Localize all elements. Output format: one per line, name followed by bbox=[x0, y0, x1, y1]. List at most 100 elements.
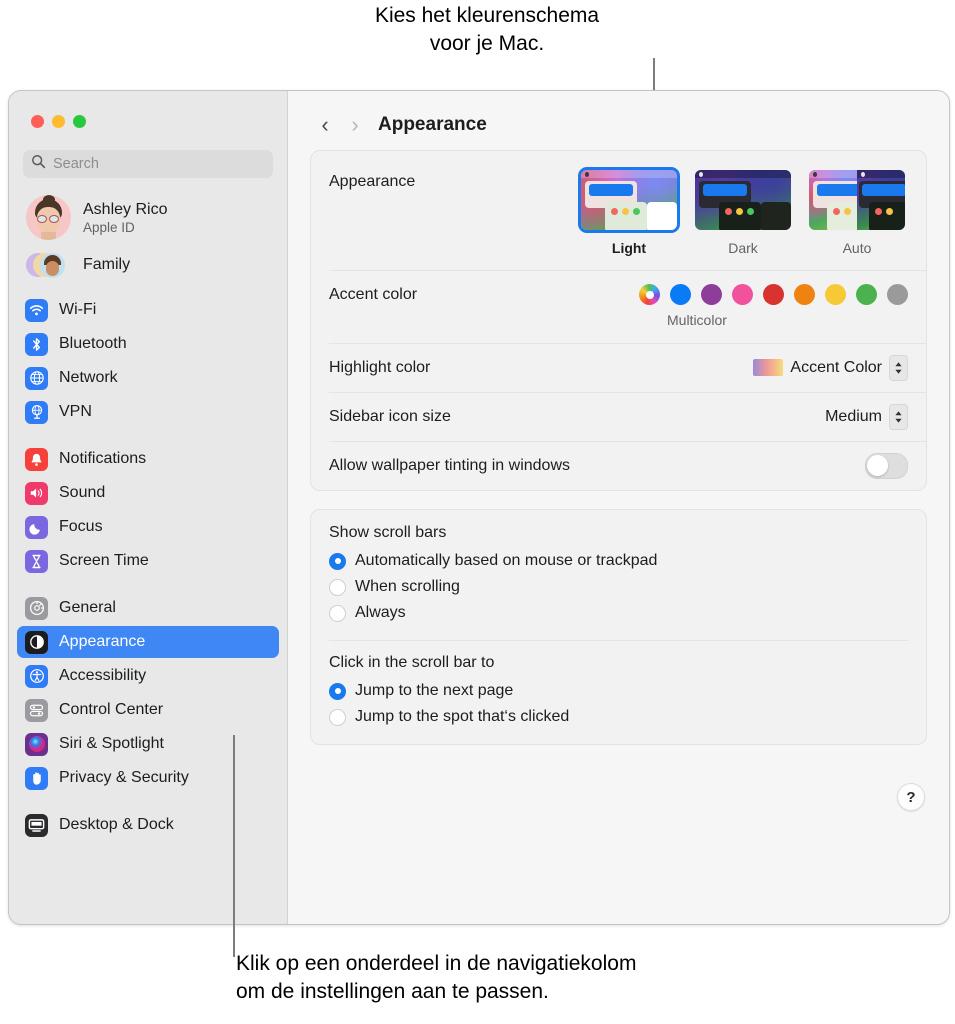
accent-swatch-blue[interactable] bbox=[670, 284, 691, 305]
theme-thumb-auto[interactable] bbox=[806, 167, 908, 233]
sidebar-item-label: Bluetooth bbox=[59, 335, 127, 352]
close-button[interactable] bbox=[31, 115, 44, 128]
sidebar-group-separator bbox=[17, 796, 279, 809]
sidebar-item-control-center[interactable]: Control Center bbox=[17, 694, 279, 726]
sidebar-item-label: Desktop & Dock bbox=[59, 816, 174, 833]
accent-swatch-multicolor[interactable] bbox=[639, 284, 660, 305]
show-scroll-bars-options: Automatically based on mouse or trackpad… bbox=[329, 548, 908, 626]
accent-color-row: Accent color Multicolor bbox=[311, 270, 926, 343]
click-scroll-bar-option[interactable]: Jump to the spot that‘s clicked bbox=[329, 704, 908, 730]
bell-icon bbox=[25, 447, 48, 471]
show-scroll-bars-option[interactable]: Always bbox=[329, 600, 908, 626]
desktop-dock-icon bbox=[25, 813, 48, 837]
account-name: Ashley Rico bbox=[83, 200, 168, 218]
sidebar-item-vpn[interactable]: VPN bbox=[17, 396, 279, 428]
sidebar-item-accessibility[interactable]: Accessibility bbox=[17, 660, 279, 692]
sidebar-item-label: Focus bbox=[59, 518, 103, 535]
accent-swatch-yellow[interactable] bbox=[825, 284, 846, 305]
avatar bbox=[26, 195, 71, 240]
chevron-updown-icon[interactable] bbox=[889, 354, 908, 381]
search-icon bbox=[31, 154, 46, 174]
radio-button[interactable] bbox=[329, 682, 346, 700]
chevron-updown-icon[interactable] bbox=[889, 403, 908, 430]
wifi-icon bbox=[25, 298, 48, 322]
click-scroll-bar-group: Click in the scroll bar to Jump to the n… bbox=[311, 640, 926, 744]
accent-swatch-graphite[interactable] bbox=[887, 284, 908, 305]
theme-option-auto[interactable]: Auto bbox=[806, 167, 908, 256]
accent-swatch-purple[interactable] bbox=[701, 284, 722, 305]
sidebar-item-appearance[interactable]: Appearance bbox=[17, 626, 279, 658]
sidebar-icon-size-popup[interactable]: Medium bbox=[825, 403, 908, 430]
sidebar-item-focus[interactable]: Focus bbox=[17, 511, 279, 543]
gear-icon bbox=[25, 596, 48, 620]
window-traffic-lights bbox=[9, 91, 287, 128]
highlight-color-value: Accent Color bbox=[790, 358, 882, 376]
sidebar-item-screen-time[interactable]: Screen Time bbox=[17, 545, 279, 577]
appearance-theme-row: Appearance Light Dark Auto bbox=[311, 151, 926, 270]
family-icon bbox=[26, 250, 71, 280]
vpn-icon bbox=[25, 400, 48, 424]
accent-swatch-pink[interactable] bbox=[732, 284, 753, 305]
accent-swatch-green[interactable] bbox=[856, 284, 877, 305]
wallpaper-tinting-row: Allow wallpaper tinting in windows bbox=[311, 441, 926, 490]
search-field[interactable]: Search bbox=[23, 150, 273, 178]
page-title: Appearance bbox=[378, 114, 487, 135]
sidebar-item-label: Screen Time bbox=[59, 552, 149, 569]
callout-bottom-leader-line bbox=[233, 735, 235, 957]
radio-label: When scrolling bbox=[355, 578, 460, 595]
sidebar-item-general[interactable]: General bbox=[17, 592, 279, 624]
sidebar-item-siri-spotlight[interactable]: Siri & Spotlight bbox=[17, 728, 279, 760]
show-scroll-bars-title: Show scroll bars bbox=[329, 524, 447, 541]
accessibility-icon bbox=[25, 664, 48, 688]
forward-button[interactable]: › bbox=[340, 114, 370, 136]
radio-button[interactable] bbox=[329, 578, 346, 596]
theme-options: Light Dark Auto bbox=[578, 167, 908, 256]
sidebar-item-bluetooth[interactable]: Bluetooth bbox=[17, 328, 279, 360]
theme-option-light[interactable]: Light bbox=[578, 167, 680, 256]
highlight-color-popup[interactable]: Accent Color bbox=[753, 354, 908, 381]
sidebar-item-desktop-dock[interactable]: Desktop & Dock bbox=[17, 809, 279, 841]
minimize-button[interactable] bbox=[52, 115, 65, 128]
theme-thumb-dark[interactable] bbox=[692, 167, 794, 233]
radio-button[interactable] bbox=[329, 604, 346, 622]
sidebar-item-label: Wi-Fi bbox=[59, 301, 97, 318]
sidebar-item-label: Privacy & Security bbox=[59, 769, 189, 786]
appearance-settings-card: Appearance Light Dark Auto Accent color … bbox=[310, 150, 927, 491]
family-label: Family bbox=[83, 256, 131, 273]
highlight-color-label: Highlight color bbox=[329, 358, 431, 376]
zoom-button[interactable] bbox=[73, 115, 86, 128]
accent-swatch-orange[interactable] bbox=[794, 284, 815, 305]
radio-button[interactable] bbox=[329, 552, 346, 570]
back-button[interactable]: ‹ bbox=[310, 114, 340, 136]
account-subtitle: Apple ID bbox=[83, 219, 135, 235]
sidebar-icon-size-value: Medium bbox=[825, 407, 882, 425]
sidebar-item-label: Sound bbox=[59, 484, 106, 501]
sidebar-item-network[interactable]: Network bbox=[17, 362, 279, 394]
sidebar-item-label: Notifications bbox=[59, 450, 147, 467]
theme-option-dark[interactable]: Dark bbox=[692, 167, 794, 256]
globe-icon bbox=[25, 366, 48, 390]
callout-top-text: Kies het kleurenschema voor je Mac. bbox=[374, 4, 600, 56]
sidebar-item-notifications[interactable]: Notifications bbox=[17, 443, 279, 475]
wallpaper-tinting-toggle[interactable] bbox=[865, 452, 908, 479]
sidebar-item-label: Appearance bbox=[59, 633, 146, 650]
sidebar-item-apple-id[interactable]: Ashley Rico Apple ID bbox=[9, 178, 287, 240]
radio-button[interactable] bbox=[329, 708, 346, 726]
sidebar-item-family[interactable]: Family bbox=[9, 240, 287, 280]
show-scroll-bars-option[interactable]: When scrolling bbox=[329, 574, 908, 600]
sidebar-group-separator bbox=[17, 430, 279, 443]
callout-bottom-text: Klik op een onderdeel in de navigatiekol… bbox=[236, 952, 637, 1004]
sidebar-item-label: Accessibility bbox=[59, 667, 147, 684]
help-button[interactable]: ? bbox=[897, 783, 925, 811]
show-scroll-bars-option[interactable]: Automatically based on mouse or trackpad bbox=[329, 548, 908, 574]
click-scroll-bar-title: Click in the scroll bar to bbox=[329, 654, 495, 671]
radio-label: Jump to the spot that‘s clicked bbox=[355, 708, 570, 725]
click-scroll-bar-option[interactable]: Jump to the next page bbox=[329, 678, 908, 704]
accent-swatch-red[interactable] bbox=[763, 284, 784, 305]
sidebar-item-sound[interactable]: Sound bbox=[17, 477, 279, 509]
appearance-icon bbox=[25, 630, 48, 654]
accent-swatches bbox=[639, 284, 908, 305]
sidebar-item-privacy-security[interactable]: Privacy & Security bbox=[17, 762, 279, 794]
sidebar-item-wi-fi[interactable]: Wi-Fi bbox=[17, 294, 279, 326]
theme-thumb-light[interactable] bbox=[578, 167, 680, 233]
